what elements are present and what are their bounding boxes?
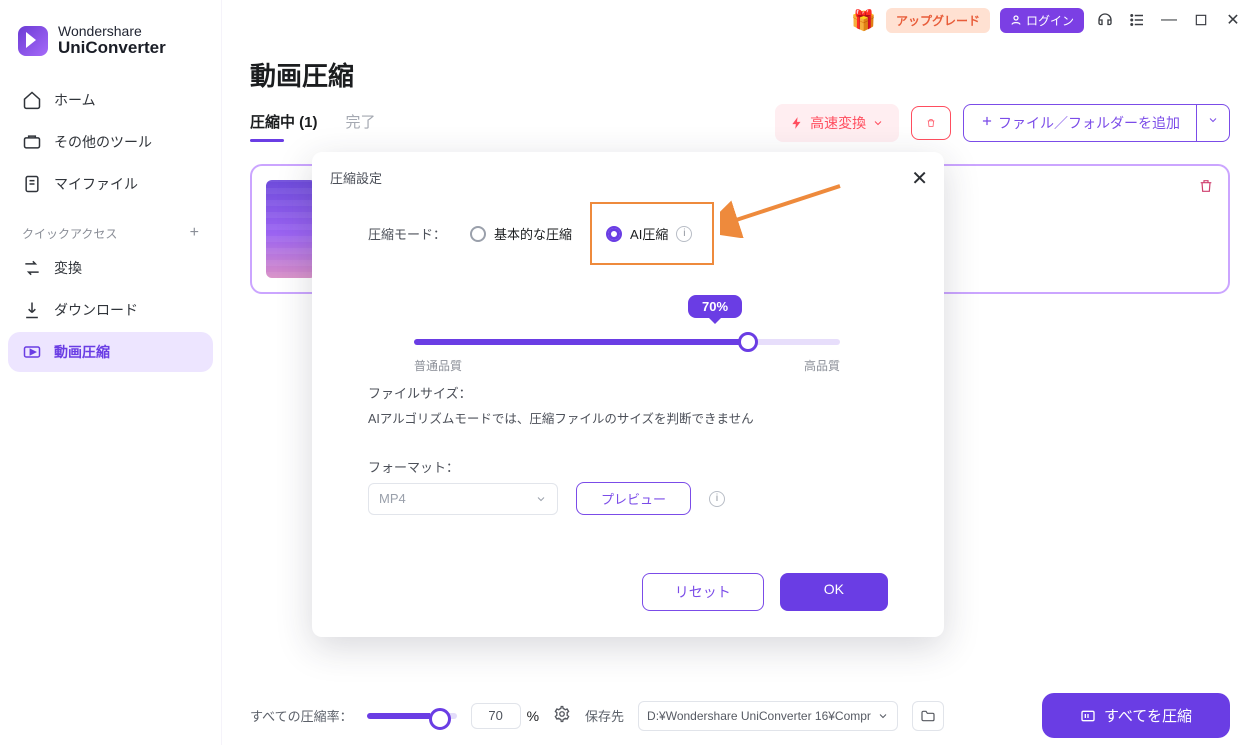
sidebar-item-home[interactable]: ホーム bbox=[8, 80, 213, 120]
remove-file-button[interactable] bbox=[1198, 178, 1214, 197]
reset-button[interactable]: リセット bbox=[642, 573, 764, 611]
compression-settings-modal: 圧縮設定 ✕ 圧縮モード： 基本的な圧縮 AI圧縮 i 70% 普通品質 高品質… bbox=[312, 152, 944, 637]
sidebar-item-label: 動画圧縮 bbox=[54, 342, 110, 362]
quality-slider[interactable]: 70% 普通品質 高品質 bbox=[368, 295, 888, 383]
fast-convert-button[interactable]: 高速変換 bbox=[775, 104, 899, 142]
sidebar-item-label: ホーム bbox=[54, 90, 96, 110]
add-file-dropdown[interactable] bbox=[1197, 104, 1230, 142]
chevron-down-icon bbox=[872, 117, 884, 129]
brand-text: Wondershare UniConverter bbox=[58, 24, 166, 58]
mode-label: 圧縮モード： bbox=[368, 224, 446, 243]
sidebar-item-label: ダウンロード bbox=[54, 300, 138, 320]
compress-icon bbox=[22, 342, 42, 362]
settings-icon[interactable] bbox=[553, 705, 571, 726]
home-icon bbox=[22, 90, 42, 110]
chevron-down-icon bbox=[877, 710, 889, 722]
quick-access-label: クイックアクセス bbox=[22, 225, 117, 242]
radio-dot-icon bbox=[470, 226, 486, 242]
sidebar-item-label: その他のツール bbox=[54, 132, 152, 152]
brand-top: Wondershare bbox=[58, 24, 166, 39]
sidebar-item-files[interactable]: マイファイル bbox=[8, 164, 213, 204]
radio-dot-icon bbox=[606, 226, 622, 242]
trash-icon bbox=[1198, 178, 1214, 194]
slider-thumb[interactable] bbox=[738, 332, 758, 352]
sidebar: Wondershare UniConverter ホーム その他のツール マイフ… bbox=[0, 0, 222, 745]
sidebar-item-compress[interactable]: 動画圧縮 bbox=[8, 332, 213, 372]
radio-basic-label: 基本的な圧縮 bbox=[494, 224, 572, 243]
clear-all-button[interactable] bbox=[911, 106, 951, 140]
add-file-label: ファイル／フォルダーを追加 bbox=[998, 115, 1180, 131]
rate-input[interactable] bbox=[471, 703, 521, 729]
all-rate-label: すべての圧縮率： bbox=[250, 706, 353, 725]
chevron-down-icon bbox=[535, 493, 547, 505]
format-row: MP4 プレビュー i bbox=[368, 482, 888, 515]
plus-icon bbox=[980, 114, 994, 128]
compress-icon bbox=[1080, 708, 1096, 724]
radio-basic[interactable]: 基本的な圧縮 bbox=[470, 224, 572, 243]
rate-box: % bbox=[471, 703, 539, 729]
slider-fill bbox=[414, 339, 744, 345]
add-file-button[interactable]: ファイル／フォルダーを追加 bbox=[963, 104, 1197, 142]
format-value: MP4 bbox=[379, 491, 406, 506]
fast-convert-label: 高速変換 bbox=[810, 113, 866, 133]
add-quick-icon[interactable]: + bbox=[190, 224, 199, 242]
close-modal-button[interactable]: ✕ bbox=[911, 166, 928, 191]
radio-ai[interactable]: AI圧縮 i bbox=[590, 202, 714, 265]
nav-main: ホーム その他のツール マイファイル bbox=[8, 80, 213, 204]
brand: Wondershare UniConverter bbox=[8, 18, 213, 78]
output-path-value: D:¥Wondershare UniConverter 16¥Compr bbox=[647, 709, 871, 723]
format-label: フォーマット： bbox=[368, 457, 888, 476]
sidebar-item-download[interactable]: ダウンロード bbox=[8, 290, 213, 330]
slider-value-tooltip: 70% bbox=[688, 295, 742, 318]
info-icon[interactable]: i bbox=[676, 226, 692, 242]
open-folder-button[interactable] bbox=[912, 701, 944, 731]
toolbar: 高速変換 ファイル／フォルダーを追加 bbox=[775, 104, 1230, 142]
info-icon[interactable]: i bbox=[709, 491, 725, 507]
output-path-select[interactable]: D:¥Wondershare UniConverter 16¥Compr bbox=[638, 701, 898, 731]
convert-icon bbox=[22, 258, 42, 278]
mode-row: 圧縮モード： 基本的な圧縮 AI圧縮 i bbox=[368, 202, 888, 265]
sidebar-item-label: マイファイル bbox=[54, 174, 138, 194]
files-icon bbox=[22, 174, 42, 194]
page-title: 動画圧縮 bbox=[250, 56, 1230, 93]
video-thumbnail bbox=[266, 180, 316, 278]
modal-title: 圧縮設定 bbox=[330, 168, 382, 187]
filesize-label: ファイルサイズ： bbox=[368, 383, 888, 402]
sidebar-item-tools[interactable]: その他のツール bbox=[8, 122, 213, 162]
quick-access-header: クイックアクセス + bbox=[8, 206, 213, 246]
compress-all-label: すべてを圧縮 bbox=[1104, 705, 1192, 726]
ok-button[interactable]: OK bbox=[780, 573, 888, 611]
save-to-label: 保存先 bbox=[585, 706, 624, 725]
percent-label: % bbox=[527, 708, 539, 724]
sidebar-item-label: 変換 bbox=[54, 258, 82, 278]
slider-high-label: 高品質 bbox=[804, 357, 840, 374]
brand-bottom: UniConverter bbox=[58, 39, 166, 58]
filesize-desc: AIアルゴリズムモードでは、圧縮ファイルのサイズを判断できません bbox=[368, 408, 888, 427]
bottombar: すべての圧縮率： % 保存先 D:¥Wondershare UniConvert… bbox=[222, 685, 1258, 745]
preview-button[interactable]: プレビュー bbox=[576, 482, 691, 515]
modal-actions: リセット OK bbox=[368, 573, 888, 611]
radio-ai-label: AI圧縮 bbox=[630, 224, 668, 243]
app-logo-icon bbox=[18, 26, 48, 56]
trash-icon bbox=[926, 115, 936, 131]
format-select[interactable]: MP4 bbox=[368, 483, 558, 515]
folder-icon bbox=[920, 708, 936, 724]
slider-low-label: 普通品質 bbox=[414, 357, 462, 374]
tab-compressing[interactable]: 圧縮中 (1) bbox=[250, 111, 318, 140]
all-rate-slider[interactable] bbox=[367, 713, 457, 719]
tab-done[interactable]: 完了 bbox=[346, 111, 376, 140]
chevron-down-icon bbox=[1207, 114, 1219, 126]
bolt-icon bbox=[790, 116, 804, 130]
add-file-group: ファイル／フォルダーを追加 bbox=[963, 104, 1230, 142]
tools-icon bbox=[22, 132, 42, 152]
nav-quick: 変換 ダウンロード 動画圧縮 bbox=[8, 248, 213, 372]
download-icon bbox=[22, 300, 42, 320]
compress-all-button[interactable]: すべてを圧縮 bbox=[1042, 693, 1230, 738]
sidebar-item-convert[interactable]: 変換 bbox=[8, 248, 213, 288]
